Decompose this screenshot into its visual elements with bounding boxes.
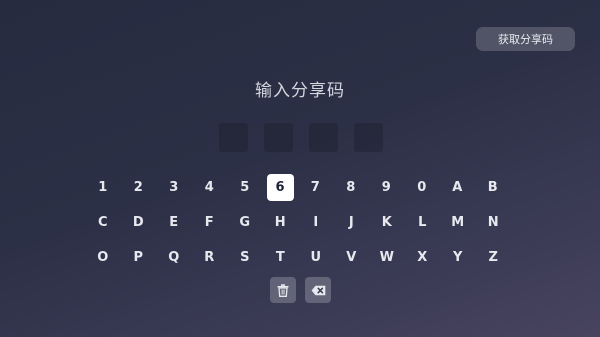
code-slot-3 [309,123,338,152]
trash-icon [277,283,289,297]
key-j[interactable]: J [334,209,370,237]
key-y[interactable]: Y [440,244,476,272]
keyboard-row: CDEFGHIJKLMN [85,205,511,240]
code-slot-1 [219,123,248,152]
key-7[interactable]: 7 [298,174,334,202]
key-0[interactable]: 0 [404,174,440,202]
key-a[interactable]: A [440,174,476,202]
key-s[interactable]: S [227,244,263,272]
key-6[interactable]: 6 [266,174,294,201]
key-m[interactable]: M [440,209,476,237]
key-l[interactable]: L [405,209,441,237]
key-5[interactable]: 5 [227,174,263,202]
key-k[interactable]: K [369,209,405,237]
key-4[interactable]: 4 [192,174,228,202]
key-f[interactable]: F [192,209,228,237]
keyboard-row: OPQRSTUVWXYZ [85,240,511,275]
key-g[interactable]: G [227,209,263,237]
key-t[interactable]: T [263,244,299,272]
key-d[interactable]: D [121,209,157,237]
key-w[interactable]: W [369,244,405,272]
keyboard-actions [270,277,331,303]
code-input-slots [219,123,383,152]
key-c[interactable]: C [85,209,121,237]
key-1[interactable]: 1 [85,174,121,202]
code-slot-2 [264,123,293,152]
backspace-icon [311,285,326,296]
key-8[interactable]: 8 [333,174,369,202]
delete-all-button[interactable] [270,277,296,303]
key-r[interactable]: R [192,244,228,272]
get-share-code-button[interactable]: 获取分享码 [476,27,575,51]
key-9[interactable]: 9 [369,174,405,202]
code-slot-4 [354,123,383,152]
key-z[interactable]: Z [476,244,512,272]
page-title: 输入分享码 [255,81,345,101]
backspace-button[interactable] [305,277,331,303]
key-q[interactable]: Q [156,244,192,272]
key-i[interactable]: I [298,209,334,237]
key-u[interactable]: U [298,244,334,272]
keyboard-row: 1234567890AB [85,170,511,205]
on-screen-keyboard: 1234567890ABCDEFGHIJKLMNOPQRSTUVWXYZ [85,170,511,275]
key-e[interactable]: E [156,209,192,237]
key-n[interactable]: N [476,209,512,237]
key-h[interactable]: H [263,209,299,237]
key-v[interactable]: V [334,244,370,272]
key-b[interactable]: B [475,174,511,202]
key-2[interactable]: 2 [121,174,157,202]
key-o[interactable]: O [85,244,121,272]
key-p[interactable]: P [121,244,157,272]
key-x[interactable]: X [405,244,441,272]
key-3[interactable]: 3 [156,174,192,202]
